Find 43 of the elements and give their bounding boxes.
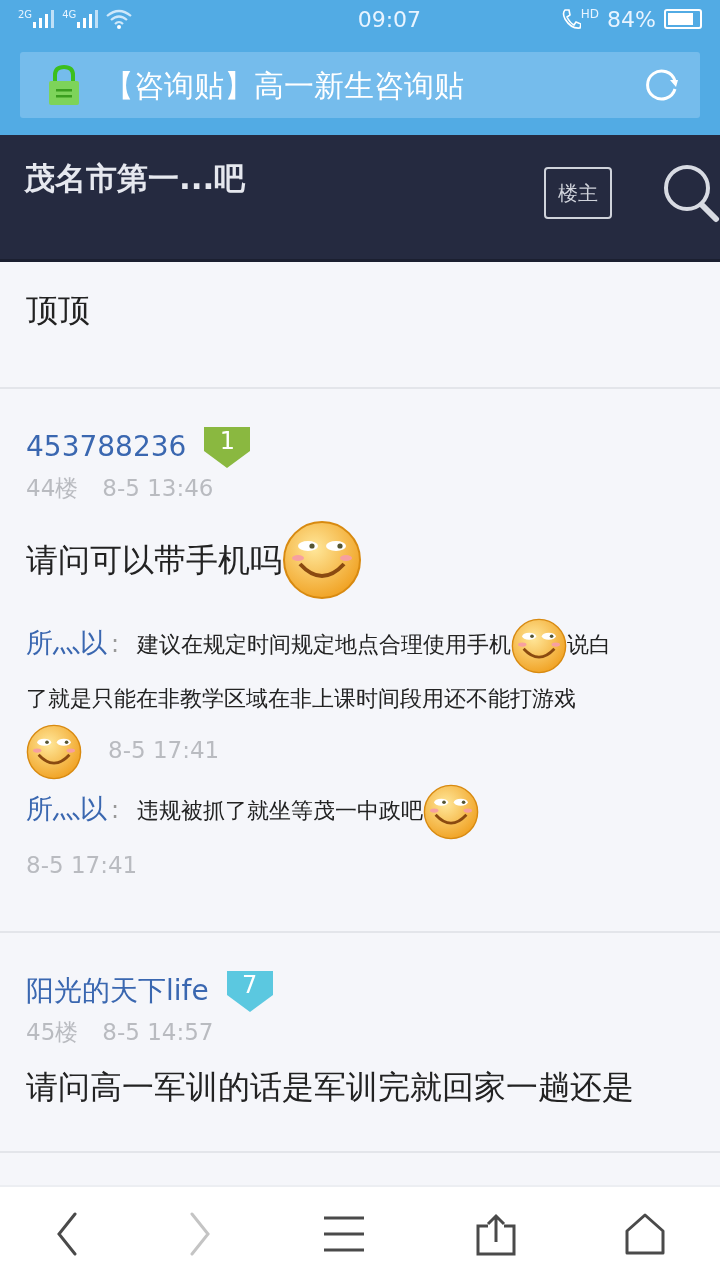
reply-time: 8-5 17:41 — [26, 851, 138, 878]
post-text: 顶顶 — [26, 291, 90, 329]
battery-icon — [664, 9, 702, 29]
floor-number: 44楼 — [26, 474, 79, 503]
back-icon[interactable] — [54, 1211, 79, 1256]
smiley-icon — [423, 783, 480, 840]
post-time: 8-5 14:57 — [102, 1017, 214, 1047]
floor-number: 45楼 — [26, 1017, 79, 1047]
menu-icon[interactable] — [322, 1214, 366, 1253]
post-text: 请问高一军训的话是军训完就回家一趟还是 — [26, 1067, 634, 1108]
smiley-icon — [282, 519, 362, 600]
lock-icon — [48, 64, 80, 106]
username-link[interactable]: 阳光的天下life — [26, 969, 209, 1012]
reply-text: 了就是只能在非教学区域在非上课时间段用还不能打游戏 — [26, 685, 576, 711]
hd-label: HD — [580, 8, 600, 20]
signal-icon — [32, 10, 55, 28]
time-text: 09:07 — [356, 5, 423, 34]
reply-username-link[interactable]: 所灬以 — [26, 792, 107, 824]
owner-filter-button[interactable]: 楼主 — [544, 167, 612, 219]
reply-text: 说白 — [567, 631, 612, 657]
colon-text: : — [111, 795, 120, 824]
search-icon[interactable] — [662, 163, 720, 223]
wifi-icon — [106, 9, 133, 29]
level-badge: 1 — [202, 425, 253, 469]
reply-text: 违规被抓了就坐等茂一中政吧 — [137, 797, 424, 823]
phone-icon — [560, 8, 581, 30]
home-icon[interactable] — [625, 1212, 666, 1255]
network-type-label: 2G — [18, 10, 33, 20]
signal-icon — [76, 10, 99, 28]
forum-title: 茂名市第一...吧 — [24, 159, 247, 198]
share-icon[interactable] — [475, 1211, 516, 1256]
reply-text: 建议在规定时间规定地点合理使用手机 — [137, 631, 512, 657]
reply-username-link[interactable]: 所灬以 — [26, 626, 107, 658]
smiley-icon — [26, 723, 82, 780]
username-link[interactable]: 453788236 — [26, 426, 187, 468]
smiley-icon — [511, 617, 568, 674]
level-badge: 7 — [224, 968, 275, 1013]
network-type-label: 4G — [62, 10, 77, 20]
post-text: 请问可以带手机吗 — [26, 539, 282, 581]
colon-text: : — [111, 629, 120, 658]
post-time: 8-5 13:46 — [102, 474, 214, 503]
battery-percent: 84% — [607, 5, 656, 34]
reply-time: 8-5 17:41 — [108, 736, 220, 763]
